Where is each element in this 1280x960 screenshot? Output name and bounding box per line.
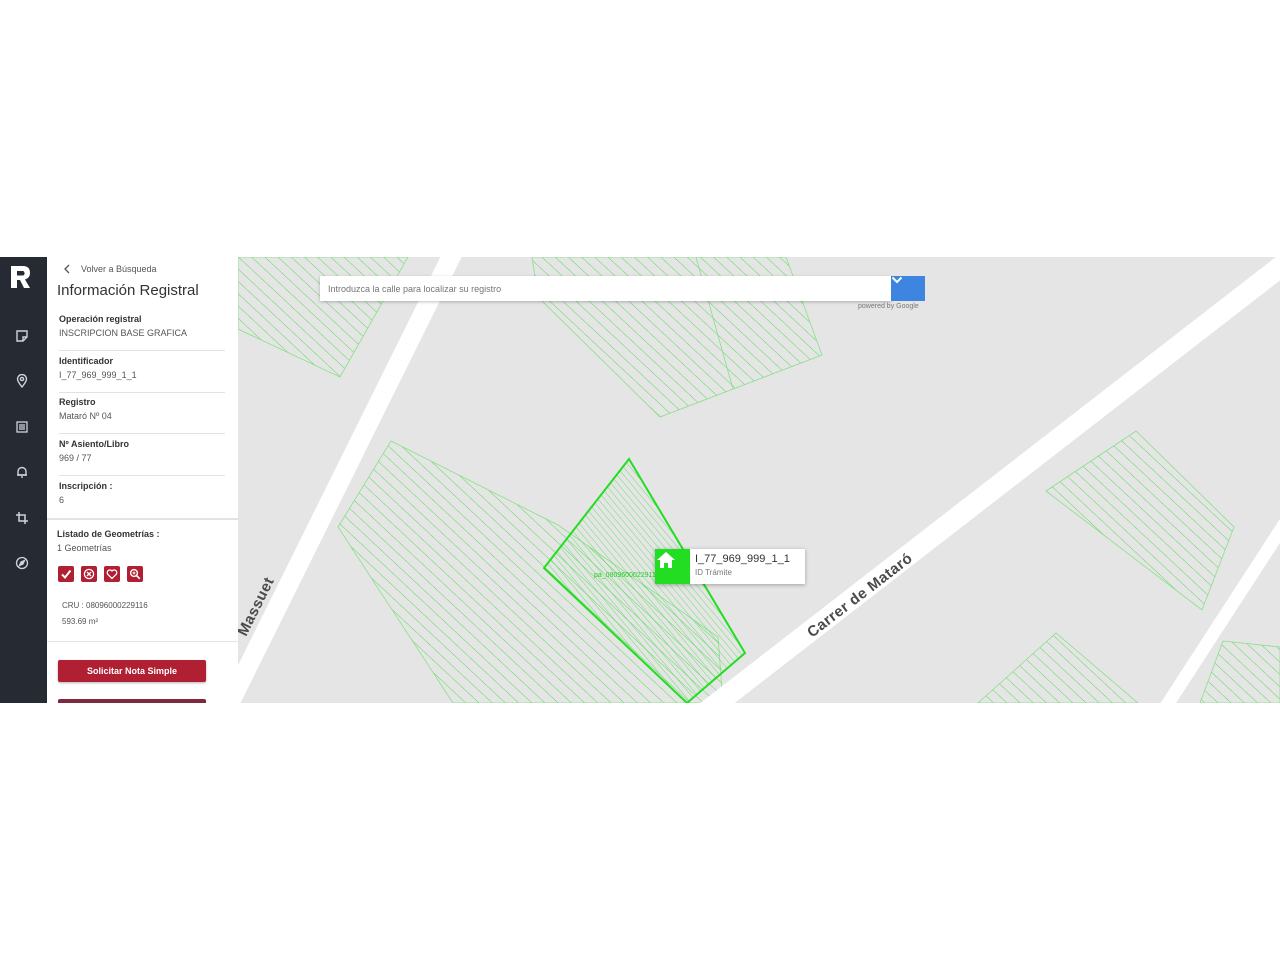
request-simple-note-button[interactable]: Solicitar Nota Simple [58, 660, 206, 682]
parcel-area: 593.69 m² [62, 617, 99, 626]
field-value: 969 / 77 [59, 453, 92, 463]
field-value: I_77_969_999_1_1 [59, 370, 137, 380]
parcel-label: pa_08096000229116 [594, 572, 660, 579]
field-value: INSCRIPCION BASE GRAFICA [59, 328, 188, 338]
chevron-down-icon [891, 276, 903, 284]
field-label: Nº Asiento/Libro [59, 439, 129, 449]
app-window: Volver a Búsqueda Información Registral … [0, 257, 1280, 703]
close-circle-icon [83, 568, 95, 580]
popup-id: I_77_969_999_1_1 [695, 553, 790, 565]
divider [47, 518, 238, 520]
powered-by-google: powered by Google [858, 303, 919, 310]
check-button[interactable] [58, 566, 74, 582]
panel-title: Información Registral [57, 282, 199, 299]
secondary-action-button[interactable] [58, 699, 206, 703]
location-pin-icon[interactable] [11, 370, 33, 392]
field-identifier: Identificador I_77_969_999_1_1 [59, 354, 225, 393]
parcel-popup[interactable]: I_77_969_999_1_1 ID Trámite [655, 549, 805, 584]
field-entry-book: Nº Asiento/Libro 969 / 77 [59, 437, 225, 476]
crop-icon[interactable] [11, 507, 33, 529]
note-icon[interactable] [11, 325, 33, 347]
list-icon[interactable] [11, 416, 33, 438]
popup-subtitle: ID Trámite [695, 568, 732, 577]
favorite-button[interactable] [104, 566, 120, 582]
navigation-rail [0, 257, 47, 703]
field-label: Operación registral [59, 314, 142, 324]
field-label: Inscripción : [59, 481, 113, 491]
compass-icon[interactable] [11, 552, 33, 574]
remove-button[interactable] [81, 566, 97, 582]
back-link-label: Volver a Búsqueda [81, 264, 157, 274]
divider [47, 641, 238, 642]
address-search-input[interactable] [320, 276, 891, 301]
geometries-title: Listado de Geometrías : [57, 529, 160, 539]
field-label: Registro [59, 397, 96, 407]
field-value: Mataró Nº 04 [59, 411, 112, 421]
search-dropdown-button[interactable] [891, 276, 925, 301]
bell-icon[interactable] [11, 461, 33, 483]
info-panel: Volver a Búsqueda Información Registral … [47, 257, 238, 703]
chevron-left-icon [64, 264, 70, 274]
field-operation: Operación registral INSCRIPCION BASE GRA… [59, 312, 225, 351]
back-to-search-link[interactable]: Volver a Búsqueda [63, 261, 157, 277]
zoom-in-icon [129, 568, 141, 580]
house-icon [657, 552, 675, 568]
field-inscription: Inscripción : 6 [59, 479, 225, 517]
cru-code: CRU : 08096000229116 [62, 601, 148, 610]
heart-icon [106, 569, 118, 580]
field-label: Identificador [59, 356, 114, 366]
map-view[interactable]: Massuet Carrer de Mataró pa_080960002291… [238, 257, 1280, 703]
zoom-button[interactable] [127, 566, 143, 582]
field-registry: Registro Mataró Nº 04 [59, 395, 225, 434]
app-logo[interactable] [9, 264, 33, 290]
geometry-actions [58, 566, 143, 582]
house-marker [655, 549, 690, 584]
check-icon [61, 569, 72, 580]
field-value: 6 [59, 495, 65, 505]
map-canvas[interactable]: Massuet Carrer de Mataró pa_080960002291… [238, 257, 1280, 703]
geometries-count: 1 Geometrías [57, 543, 112, 553]
